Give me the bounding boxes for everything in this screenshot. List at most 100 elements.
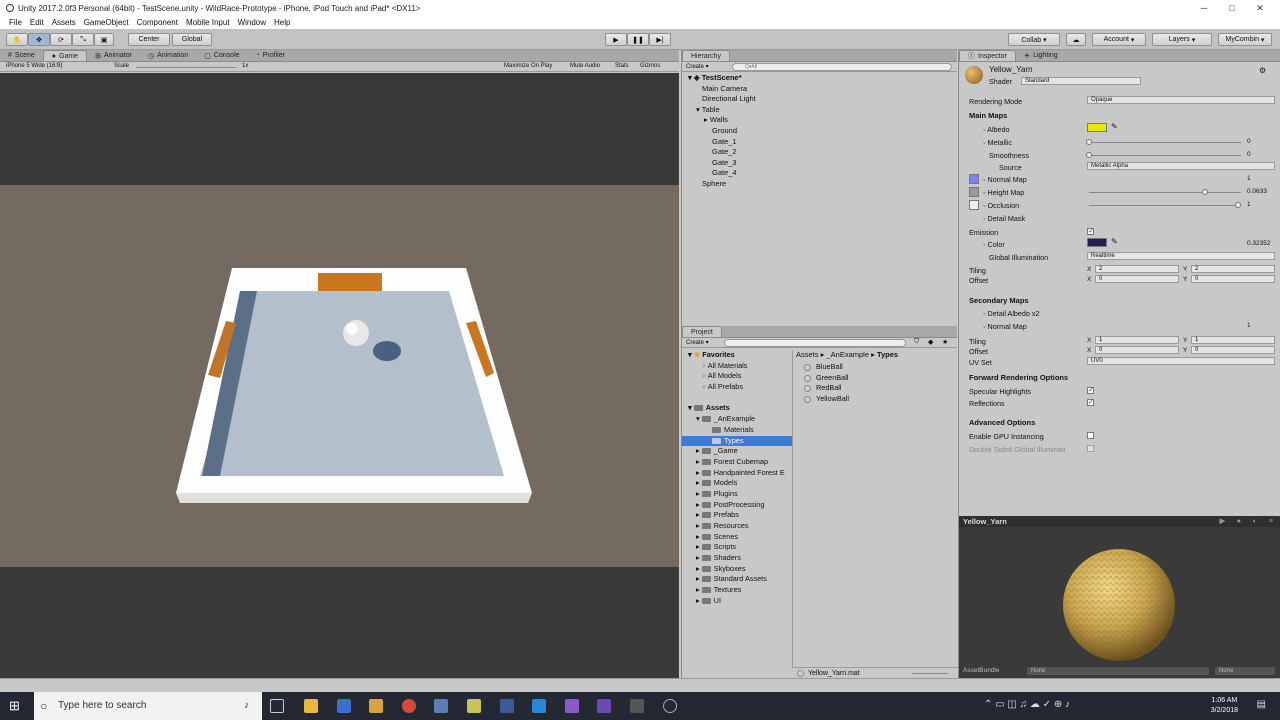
system-tray-icons[interactable]: ⌃ ▭ ◫ ♫ ☁ ✓ ⊕ ♪ [984, 699, 1070, 710]
hierarchy-item-ground[interactable]: Ground [682, 126, 957, 137]
unity-icon[interactable] [630, 699, 644, 713]
hierarchy-item-directional-light[interactable]: Directional Light [682, 94, 957, 105]
resolution-dropdown[interactable]: iPhone 5 Wide (16:9) [6, 63, 62, 69]
hierarchy-create-button[interactable]: Create ▾ [686, 63, 709, 70]
offset2-x-input[interactable]: 0 [1095, 346, 1179, 354]
folder-standard-assets[interactable]: ▸ Standard Assets [682, 574, 792, 585]
file-blueball[interactable]: BlueBall [794, 362, 958, 373]
folder-shaders[interactable]: ▸ Shaders [682, 553, 792, 564]
layers-button[interactable]: Layers ▾ [1152, 33, 1212, 46]
hierarchy-item-gate3[interactable]: Gate_3 [682, 158, 957, 169]
tab-lighting[interactable]: ☀ Lighting [1016, 50, 1066, 61]
cloud-button[interactable]: ☁ [1066, 33, 1086, 46]
favorite-all-models[interactable]: ⌕ All Models [682, 371, 792, 382]
tiling2-y-input[interactable]: 1 [1191, 336, 1275, 344]
visual-studio-icon[interactable] [565, 699, 579, 713]
tab-animator[interactable]: ⊞ Animator [87, 50, 140, 61]
height-map-slider[interactable] [1089, 192, 1241, 193]
material-preview[interactable]: Yellow_Yarn ▶ ● ◐ ≡ AssetBundle None Non… [959, 516, 1280, 678]
folder-scenes[interactable]: ▸ Scenes [682, 532, 792, 543]
height-map-label[interactable]: ◦ Height Map [983, 188, 1024, 197]
folder-prefabs[interactable]: ▸ Prefabs [682, 510, 792, 521]
maximize-button[interactable]: □ [1218, 0, 1246, 16]
normal-map-thumbnail[interactable] [969, 174, 979, 184]
notifications-icon[interactable]: ▤ [1257, 699, 1266, 710]
folder-plugins[interactable]: ▸ Plugins [682, 489, 792, 500]
pause-button[interactable]: ❚❚ [627, 33, 649, 46]
project-create-button[interactable]: Create ▾ [686, 339, 709, 346]
play-button[interactable]: ▶ [605, 33, 627, 46]
reflections-checkbox[interactable]: ✓ [1087, 399, 1094, 406]
metallic-slider[interactable] [1089, 142, 1241, 143]
folder-postprocessing[interactable]: ▸ PostProcessing [682, 500, 792, 511]
hierarchy-item-gate2[interactable]: Gate_2 [682, 147, 957, 158]
assetbundle-variant-dropdown[interactable]: None [1215, 667, 1275, 675]
source-dropdown[interactable]: Metallic Alpha [1087, 162, 1275, 170]
app-icon-6[interactable] [663, 699, 677, 713]
offset-x-input[interactable]: 0 [1095, 275, 1179, 283]
menu-assets[interactable]: Assets [48, 18, 80, 27]
chrome-icon[interactable] [402, 699, 416, 713]
emission-intensity-value[interactable]: 0.32352 [1247, 240, 1271, 247]
task-view-icon[interactable] [270, 699, 284, 713]
hierarchy-item-table[interactable]: ▾ Table [682, 105, 957, 116]
tab-console[interactable]: ▢ Console [196, 50, 247, 61]
icon-size-slider[interactable] [912, 673, 948, 674]
visual-studio-icon-2[interactable] [597, 699, 611, 713]
smoothness-value[interactable]: 0 [1247, 151, 1251, 158]
occlusion-thumbnail[interactable] [969, 200, 979, 210]
maximize-on-play-toggle[interactable]: Maximize On Play [504, 63, 552, 69]
offset2-y-input[interactable]: 0 [1191, 346, 1275, 354]
folder-ui[interactable]: ▸ UI [682, 596, 792, 607]
taskbar-search-input[interactable]: ○ Type here to search ♪ [34, 692, 262, 720]
assetbundle-dropdown[interactable]: None [1027, 667, 1209, 675]
favorite-all-materials[interactable]: ⌕ All Materials [682, 361, 792, 372]
play-preview-icon[interactable]: ▶ [1220, 516, 1225, 527]
folder-scripts[interactable]: ▸ Scripts [682, 542, 792, 553]
folder-forest-cubemap[interactable]: ▸ Forest Cubemap [682, 457, 792, 468]
emission-color-label[interactable]: ◦ Color [983, 240, 1005, 249]
scale-slider[interactable] [136, 67, 236, 68]
favorite-all-prefabs[interactable]: ⌕ All Prefabs [682, 382, 792, 393]
pivot-global-button[interactable]: Global [172, 33, 212, 46]
smoothness-slider-knob[interactable] [1086, 152, 1092, 158]
star-icon[interactable]: ★ [942, 338, 948, 346]
hierarchy-item-sphere[interactable]: Sphere [682, 179, 957, 190]
menu-gameobject[interactable]: GameObject [80, 18, 133, 27]
app-icon-5[interactable] [500, 699, 514, 713]
layout-button[interactable]: MyCombin ▾ [1218, 33, 1272, 46]
collab-button[interactable]: Collab ▾ [1008, 33, 1060, 46]
hand-tool-button[interactable]: ✋ [6, 33, 28, 46]
tab-profiler[interactable]: ◔ Profiler [248, 50, 293, 61]
project-search-input[interactable] [724, 339, 906, 347]
step-button[interactable]: ▶| [649, 33, 671, 46]
tab-scene[interactable]: # Scene [0, 50, 43, 61]
normal-map2-label[interactable]: ◦ Normal Map [983, 322, 1027, 331]
eyedropper-icon[interactable]: ✎ [1111, 237, 1118, 246]
label-filter-icon[interactable]: ◆ [928, 338, 933, 346]
tab-inspector[interactable]: ⓘ Inspector [959, 50, 1016, 61]
file-greenball[interactable]: GreenBall [794, 373, 958, 384]
hierarchy-item-walls[interactable]: ▸ Walls [682, 115, 957, 126]
sphere-preview-icon[interactable]: ● [1237, 516, 1241, 527]
app-icon-2[interactable] [369, 699, 383, 713]
tab-animation[interactable]: ◷ Animation [140, 50, 196, 61]
emission-checkbox[interactable]: ✓ [1087, 228, 1094, 235]
gpu-instancing-checkbox[interactable] [1087, 432, 1094, 439]
app-icon-3[interactable] [434, 699, 448, 713]
menu-component[interactable]: Component [133, 18, 182, 27]
metallic-value[interactable]: 0 [1247, 138, 1251, 145]
game-viewport[interactable] [0, 73, 679, 678]
stats-toggle[interactable]: Stats [615, 63, 629, 69]
folder-anexample[interactable]: ▾ _AnExample [682, 414, 792, 425]
tiling-y-input[interactable]: 2 [1191, 265, 1275, 273]
folder-textures[interactable]: ▸ Textures [682, 585, 792, 596]
height-map-slider-knob[interactable] [1202, 189, 1208, 195]
hierarchy-search-input[interactable]: Q▾All [732, 63, 952, 71]
mute-audio-toggle[interactable]: Mute Audio [570, 63, 600, 69]
specular-highlights-checkbox[interactable]: ✓ [1087, 387, 1094, 394]
menu-help[interactable]: Help [270, 18, 294, 27]
filter-icon[interactable]: ⛉ [914, 338, 919, 346]
height-map-thumbnail[interactable] [969, 187, 979, 197]
normal-map2-value[interactable]: 1 [1247, 322, 1251, 329]
